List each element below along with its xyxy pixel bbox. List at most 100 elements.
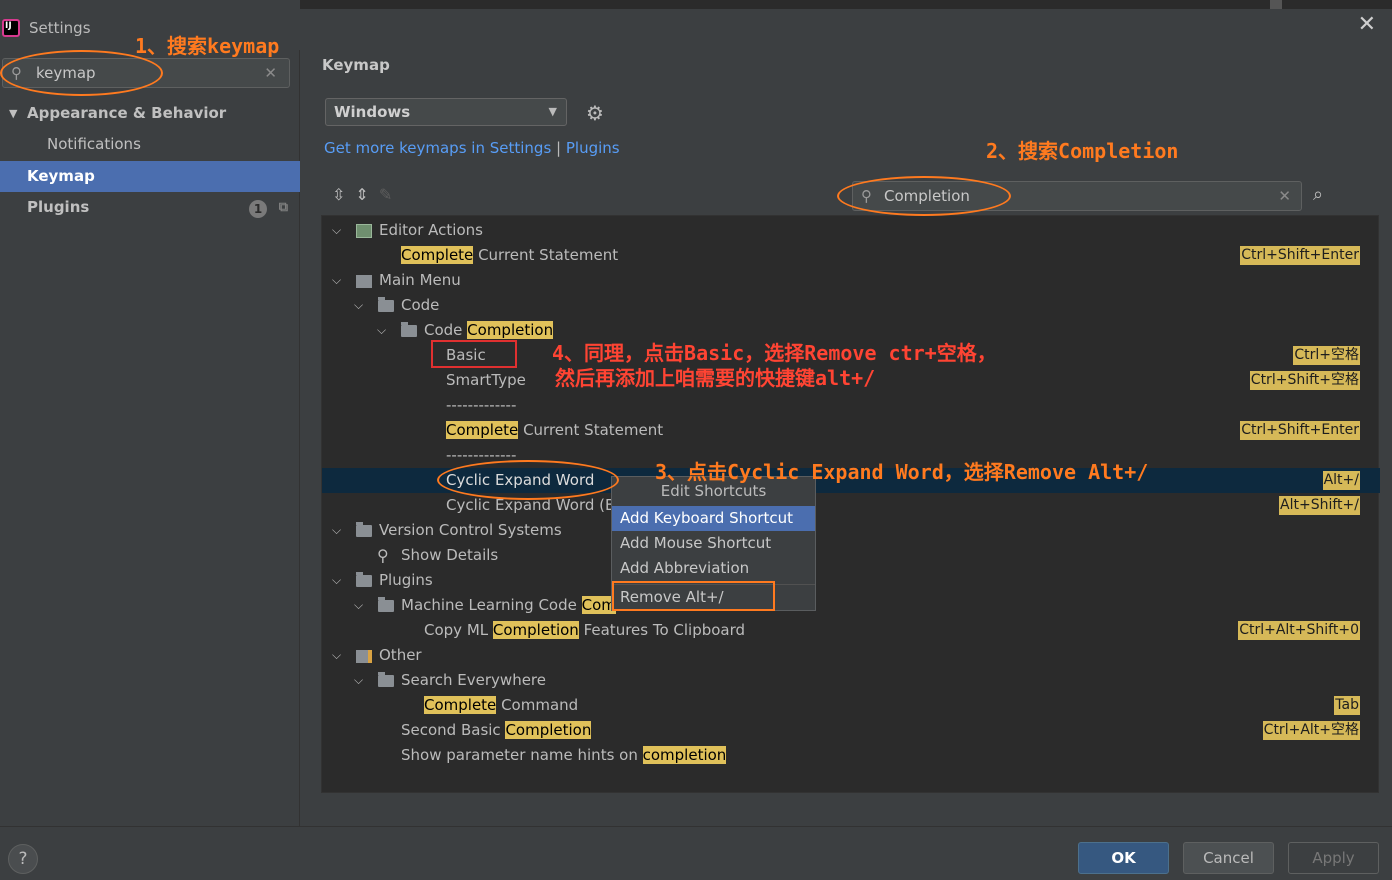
clear-icon[interactable]: ✕ [264, 64, 277, 82]
gear-icon[interactable]: ⚙ [586, 101, 604, 125]
chevron-down-icon: ▼ [548, 105, 557, 118]
sidebar-item-keymap[interactable]: Keymap [0, 161, 300, 192]
scroll-thumb[interactable] [1270, 0, 1282, 9]
menu-icon [356, 275, 372, 288]
tree-row-search-everywhere[interactable]: ⌵ Search Everywhere [322, 668, 1380, 693]
clear-icon[interactable]: ✕ [1278, 187, 1291, 205]
match-highlight: Complete [424, 696, 497, 714]
annotation-step2: 2、搜索Completion [986, 139, 1179, 163]
apply-button[interactable]: Apply [1288, 842, 1379, 874]
sidebar-item-label: Appearance & Behavior [27, 104, 227, 122]
shortcut-badge: Tab [1334, 696, 1360, 715]
tree-row-label: Show Details [401, 546, 499, 564]
tree-row-label: Version Control Systems [379, 521, 562, 539]
folder-icon [378, 597, 394, 612]
link-separator: | [556, 139, 562, 157]
chevron-down-icon[interactable]: ⌵ [354, 293, 363, 318]
annotation-oval-cyclic [437, 460, 619, 500]
match-highlight: Complete [401, 246, 474, 264]
menu-item-add-mouse-shortcut[interactable]: Add Mouse Shortcut [612, 531, 815, 556]
tree-row-second-basic[interactable]: Second Basic Completion Ctrl+Alt+空格 [322, 718, 1380, 743]
ok-button[interactable]: OK [1078, 842, 1169, 874]
sidebar-item-notifications[interactable]: Notifications [0, 129, 300, 160]
settings-sidebar: ⚲ keymap ✕ ▼ Appearance & Behavior Notif… [0, 50, 300, 826]
tree-row-label: Code [401, 296, 440, 314]
tree-row-label: Copy ML [424, 621, 493, 639]
dialog-footer: ? OK Cancel Apply [0, 826, 1392, 880]
collapse-all-icon[interactable]: ⇕ [355, 185, 368, 204]
plugins-link[interactable]: Plugins [566, 139, 620, 157]
chevron-down-icon[interactable]: ⌵ [377, 318, 386, 343]
annotation-box-basic [431, 340, 517, 368]
tree-row-complete-current-2[interactable]: Complete Current Statement Ctrl+Shift+En… [322, 418, 1380, 443]
annotation-box-remove [612, 581, 775, 611]
tree-row-code[interactable]: ⌵ Code [322, 293, 1380, 318]
shortcut-badge: Alt+Shift+/ [1279, 496, 1360, 515]
tree-row-vcs[interactable]: ⌵ Version Control Systems [322, 518, 1380, 543]
shortcut-badge: Ctrl+空格 [1293, 346, 1360, 365]
tree-row-ml-code[interactable]: ⌵ Machine Learning Code Com [322, 593, 1380, 618]
shortcut-badge: Ctrl+Shift+Enter [1240, 246, 1360, 265]
chevron-down-icon[interactable]: ▼ [9, 98, 17, 129]
tree-row-label: Plugins [379, 571, 433, 589]
tree-row-label: Code [424, 321, 468, 339]
menu-item-add-abbreviation[interactable]: Add Abbreviation [612, 556, 815, 581]
sidebar-item-plugins[interactable]: Plugins 1 ⧉ [0, 192, 300, 223]
expand-all-icon[interactable]: ⇳ [332, 185, 345, 204]
more-keymaps-link[interactable]: Get more keymaps in Settings [324, 139, 551, 157]
folder-icon [356, 522, 372, 537]
tree-row-label: Editor Actions [379, 221, 483, 239]
tree-row-copy-ml[interactable]: Copy ML Completion Features To Clipboard… [322, 618, 1380, 643]
chevron-down-icon[interactable]: ⌵ [332, 218, 341, 243]
tree-row-other[interactable]: ⌵ Other [322, 643, 1380, 668]
keymap-tree: ⌵ Editor Actions Complete Current Statem… [321, 215, 1380, 793]
folder-icon [401, 322, 417, 337]
chevron-down-icon[interactable]: ⌵ [332, 643, 341, 668]
window-title: Settings [29, 19, 91, 37]
help-button[interactable]: ? [8, 844, 38, 874]
tree-row-complete-current[interactable]: Complete Current Statement Ctrl+Shift+En… [322, 243, 1380, 268]
sidebar-item-label: Notifications [47, 135, 141, 153]
annotation-oval-keymap [0, 50, 163, 96]
find-by-shortcut-icon[interactable]: ⌕ [1313, 184, 1323, 205]
page-title: Keymap [322, 56, 390, 74]
cancel-button[interactable]: Cancel [1183, 842, 1274, 874]
shortcut-badge: Alt+/ [1322, 471, 1360, 490]
tree-row-editor-actions[interactable]: ⌵ Editor Actions [322, 218, 1380, 243]
tree-row-main-menu[interactable]: ⌵ Main Menu [322, 268, 1380, 293]
chevron-down-icon[interactable]: ⌵ [354, 593, 363, 618]
shortcut-badge: Ctrl+Shift+空格 [1249, 371, 1360, 390]
menu-item-add-keyboard-shortcut[interactable]: Add Keyboard Shortcut [612, 506, 815, 531]
tree-row-plugins[interactable]: ⌵ Plugins [322, 568, 1380, 593]
tree-row-show-details[interactable]: ⚲ Show Details [322, 543, 1380, 568]
tree-row-label: Other [379, 646, 422, 664]
top-scroll-strip [300, 0, 1392, 9]
sidebar-item-appearance[interactable]: ▼ Appearance & Behavior [0, 98, 300, 129]
annotation-oval-completion [837, 176, 1011, 216]
annotation-step1: 1、搜索keymap [135, 34, 280, 58]
tree-row-label: Current Statement [518, 421, 664, 439]
tree-row-label: Show parameter name hints on [401, 746, 643, 764]
tree-row-label: Current Statement [473, 246, 619, 264]
keymap-select[interactable]: Windows ▼ [325, 98, 567, 126]
shortcut-badge: Ctrl+Alt+空格 [1262, 721, 1360, 740]
tree-row-label: SmartType [446, 371, 526, 389]
match-highlight: Completion [505, 721, 592, 739]
pencil-icon[interactable]: ✎ [379, 185, 392, 204]
project-settings-icon: ⧉ [278, 200, 288, 215]
tree-row-complete-command[interactable]: Complete Command Tab [322, 693, 1380, 718]
chevron-down-icon[interactable]: ⌵ [332, 568, 341, 593]
tree-row-label: Machine Learning Code [401, 596, 582, 614]
close-icon[interactable]: ✕ [1358, 14, 1376, 36]
chevron-down-icon[interactable]: ⌵ [332, 518, 341, 543]
chevron-down-icon[interactable]: ⌵ [354, 668, 363, 693]
tree-row-label: Second Basic [401, 721, 506, 739]
other-icon [356, 650, 372, 663]
annotation-step4-line2: 然后再添加上咱需要的快捷键alt+/ [555, 366, 876, 390]
tree-row-separator: ------------- [322, 393, 1380, 418]
match-highlight: Completion [467, 321, 554, 339]
plugins-update-badge: 1 [249, 200, 267, 218]
tree-row-param-hints[interactable]: Show parameter name hints on completion [322, 743, 1380, 768]
tree-row-label: Main Menu [379, 271, 461, 289]
chevron-down-icon[interactable]: ⌵ [332, 268, 341, 293]
